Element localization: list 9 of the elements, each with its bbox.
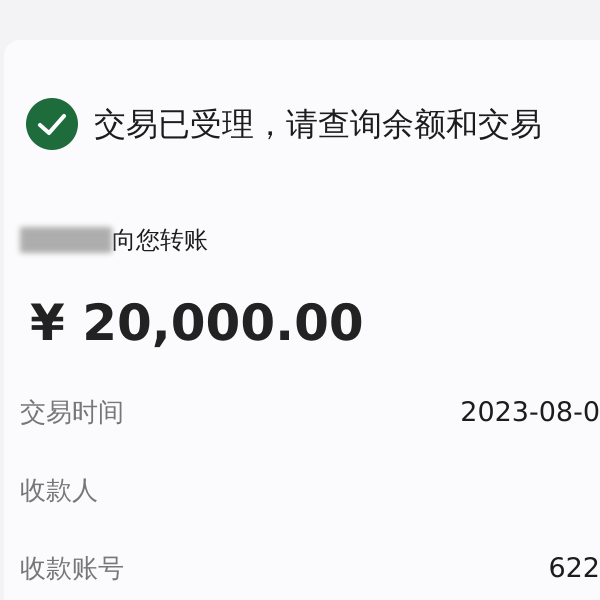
detail-value: 622 <box>548 552 600 586</box>
detail-value: 2023-08-0 <box>460 396 600 430</box>
amount: ¥ 20,000.00 <box>30 294 364 352</box>
status-message: 交易已受理，请查询余额和交易 <box>94 104 542 145</box>
transfer-note: 向您转账 <box>112 225 208 256</box>
detail-label: 交易时间 <box>20 396 124 430</box>
detail-label: 收款人 <box>20 474 98 508</box>
blurred-name-icon <box>20 227 112 253</box>
detail-label: 收款账号 <box>20 552 124 586</box>
